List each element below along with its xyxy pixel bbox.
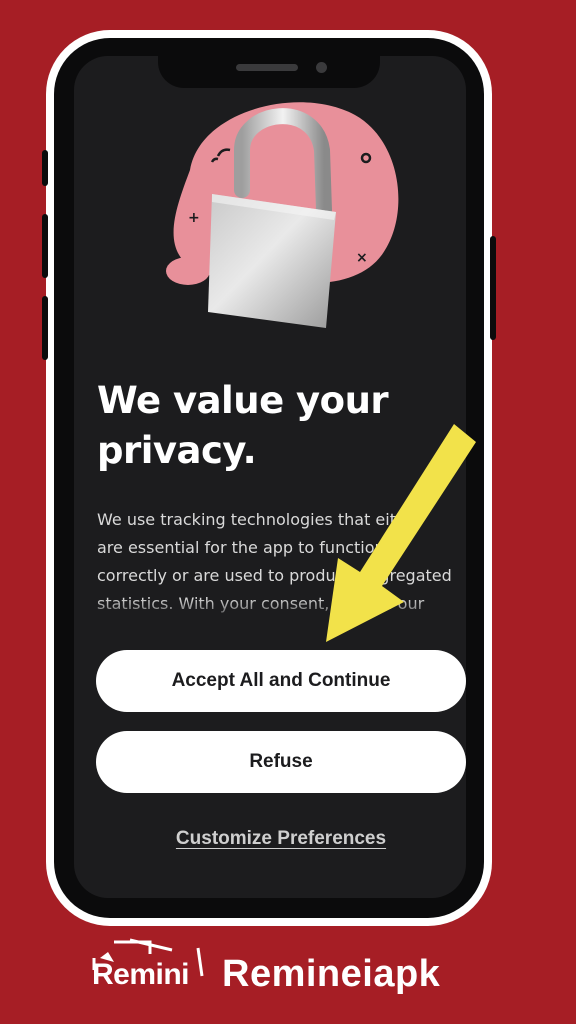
logo-text: Remini [92, 958, 190, 991]
arrow-icon [326, 424, 476, 642]
brand-name: Remineiapk [222, 953, 441, 995]
refuse-button[interactable]: Refuse [96, 731, 466, 793]
phone-speaker [236, 64, 298, 71]
phone-volume-up-button [42, 214, 48, 278]
padlock-icon: + × [166, 102, 399, 328]
phone-volume-down-button [42, 296, 48, 360]
pink-blob-small [166, 257, 210, 285]
svg-text:+: + [188, 210, 200, 226]
customize-preferences-link[interactable]: Customize Preferences [96, 828, 466, 850]
phone-side-button [42, 150, 48, 186]
phone-camera [316, 62, 327, 73]
svg-text:×: × [356, 250, 368, 266]
phone-power-button [490, 236, 496, 340]
